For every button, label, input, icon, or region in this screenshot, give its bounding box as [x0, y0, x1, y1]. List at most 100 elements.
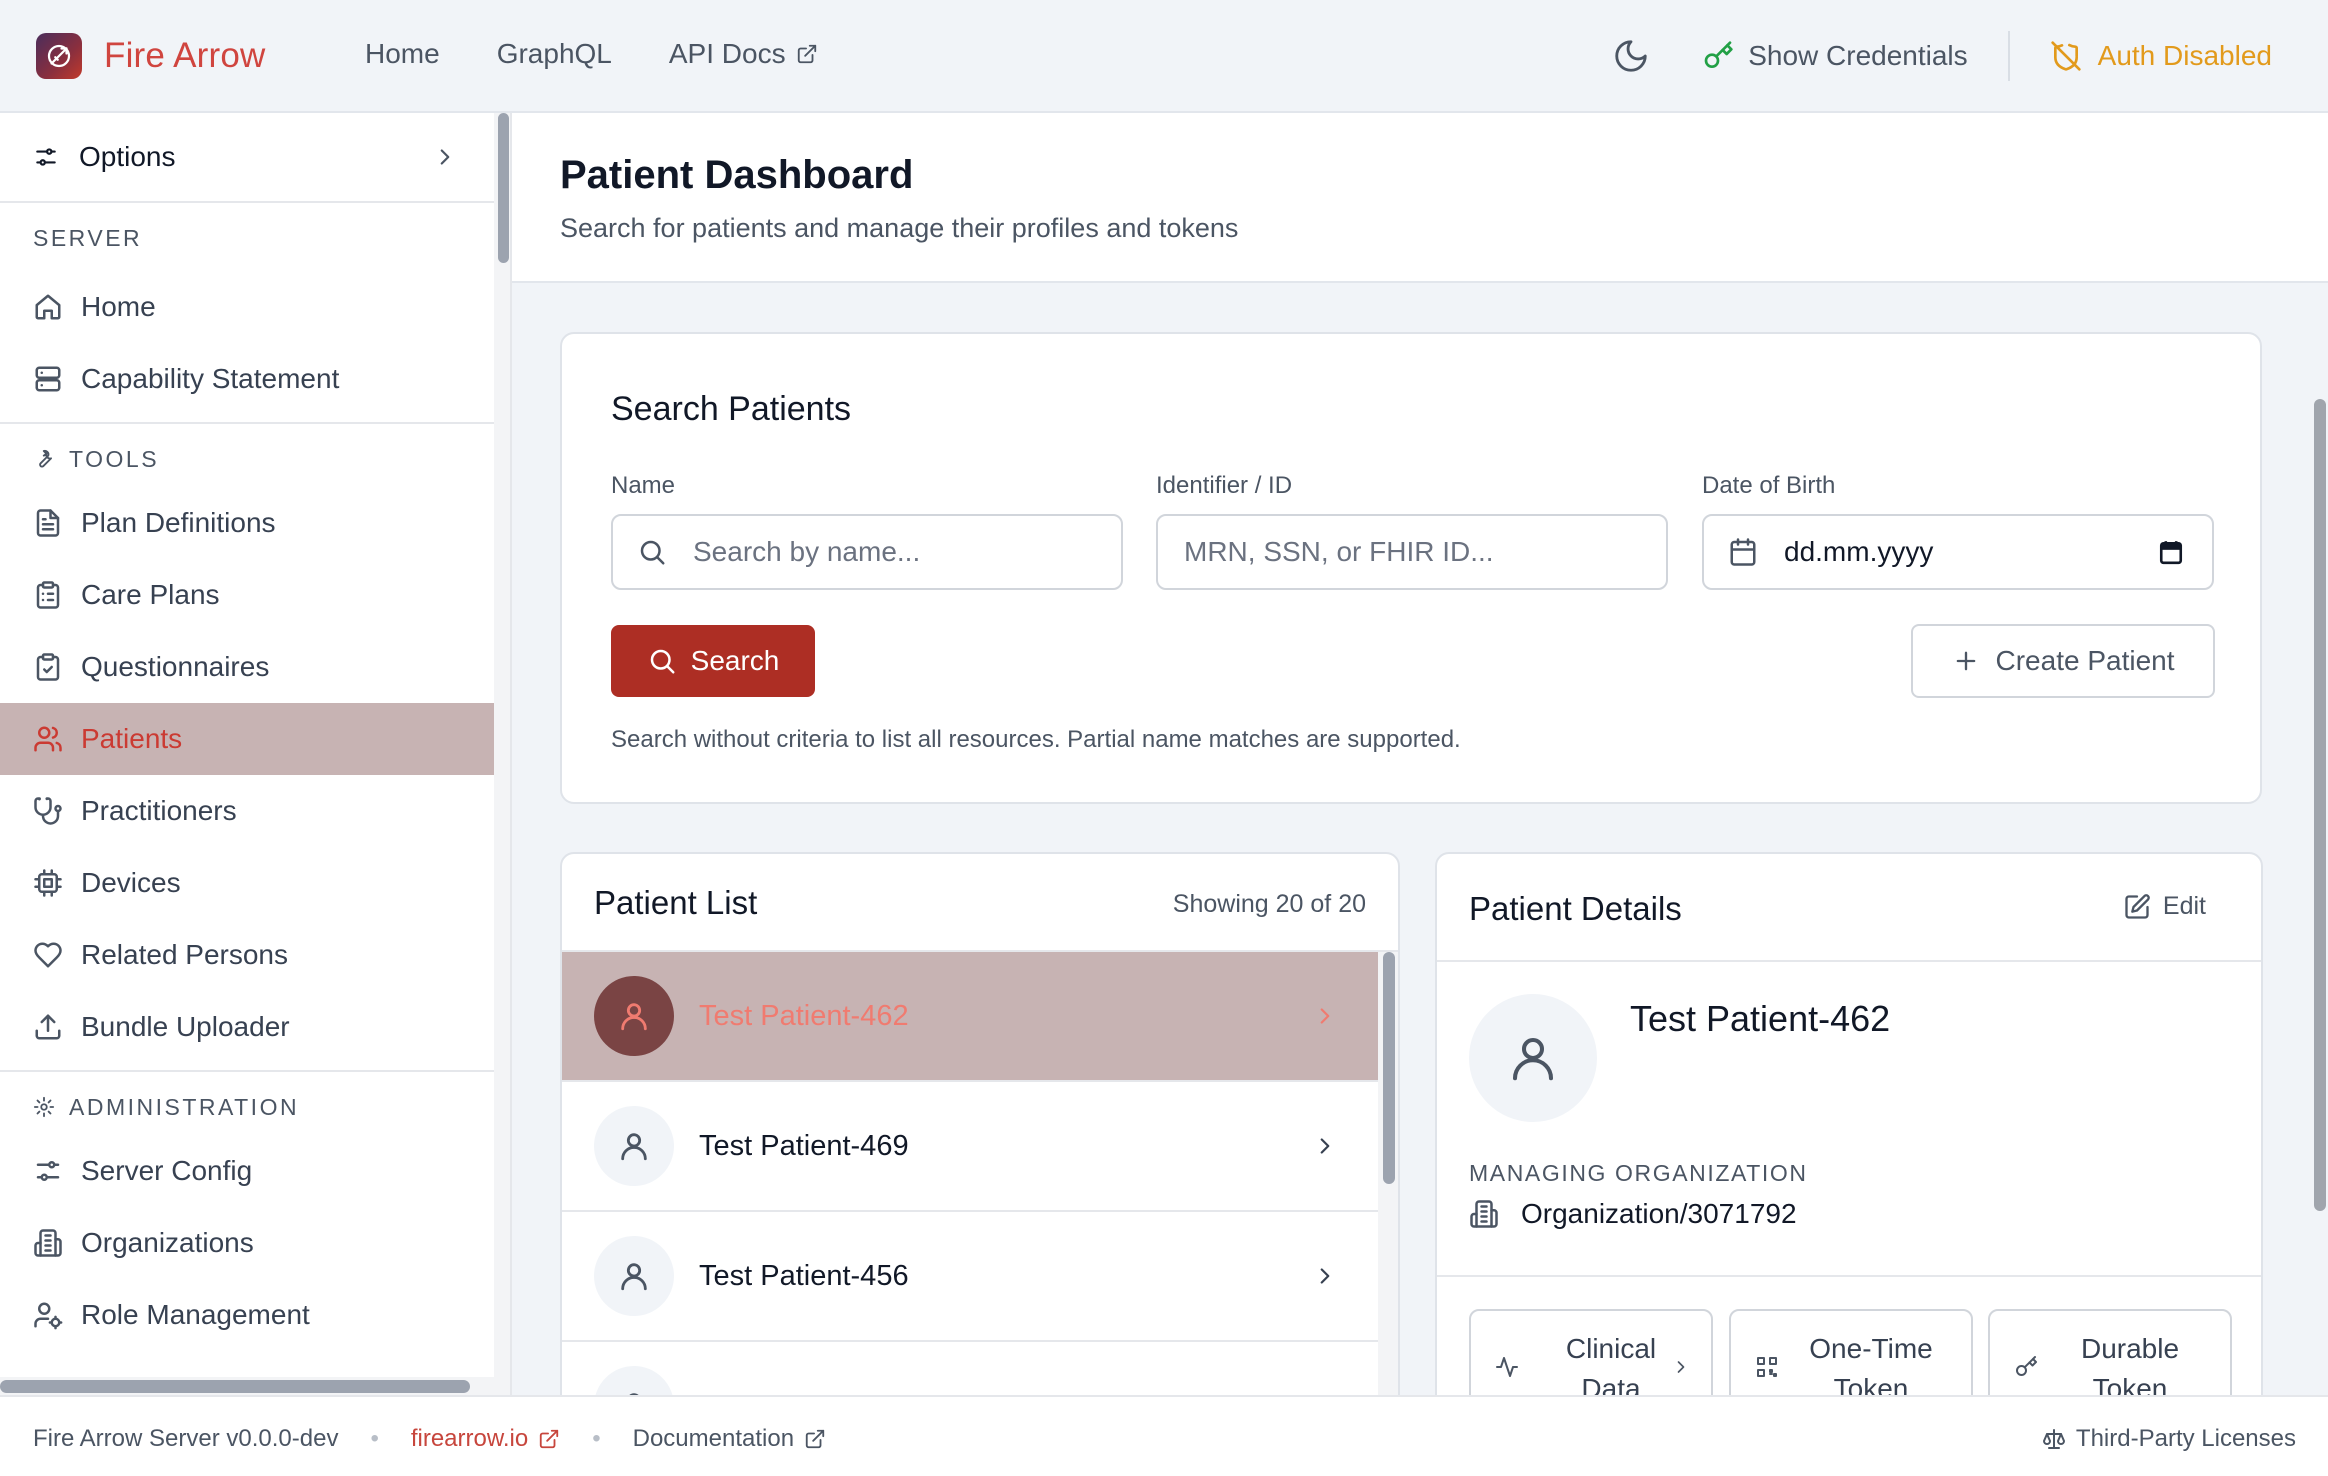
sidebar-section-administration-title: ADMINISTRATION [69, 1093, 300, 1120]
sidebar-item-label: Bundle Uploader [81, 1011, 290, 1042]
date-picker-calendar-icon[interactable] [2158, 539, 2184, 565]
create-patient-button[interactable]: Create Patient [1911, 624, 2215, 698]
edit-patient-button[interactable]: Edit [2123, 892, 2206, 921]
sidebar-item-practitioners[interactable]: Practitioners [0, 775, 494, 847]
sidebar-item-role-management[interactable]: Role Management [0, 1279, 494, 1351]
sidebar-horizontal-scrollbar[interactable] [0, 1377, 494, 1395]
sidebar-item-label: Plan Definitions [81, 507, 276, 538]
managing-organization-value[interactable]: Organization/3071792 [1469, 1198, 1797, 1230]
nav-graphql-link[interactable]: GraphQL [497, 38, 612, 70]
show-credentials-button[interactable]: Show Credentials [1702, 40, 1968, 72]
activity-icon [1495, 1355, 1519, 1379]
footer-licenses-link[interactable]: Third-Party Licenses [2042, 1425, 2296, 1453]
footer-version: Fire Arrow Server v0.0.0-dev [33, 1425, 339, 1452]
patient-list-title: Patient List [594, 884, 758, 921]
patient-list-scrollbar[interactable] [1378, 952, 1398, 1395]
footer-licenses-label: Third-Party Licenses [2075, 1425, 2296, 1452]
patient-list-item[interactable]: Test Patient-456 [562, 1212, 1378, 1342]
search-card-title: Search Patients [611, 390, 852, 428]
sidebar-item-devices[interactable]: Devices [0, 847, 494, 919]
sidebar-section-server-title: SERVER [33, 224, 143, 251]
durable-token-line1: Durable [2080, 1333, 2180, 1364]
sidebar-item-care-plans[interactable]: Care Plans [0, 559, 494, 631]
upload-icon [33, 1012, 63, 1042]
durable-token-button[interactable]: Durable Token [1988, 1309, 2232, 1395]
managing-organization-text: Organization/3071792 [1521, 1198, 1797, 1229]
home-icon [33, 292, 63, 322]
nav-home-link[interactable]: Home [365, 38, 440, 70]
search-button[interactable]: Search [611, 625, 815, 697]
sidebar-item-plan-definitions[interactable]: Plan Definitions [0, 487, 494, 559]
patient-list-scroll-thumb[interactable] [1383, 952, 1395, 1184]
wrench-icon [33, 448, 55, 470]
user-cog-icon [33, 1300, 63, 1330]
clipboard-list-icon [33, 580, 63, 610]
patient-detail-name: Test Patient-462 [1630, 998, 1891, 1039]
stethoscope-icon [33, 796, 63, 826]
options-toggle[interactable]: Options [0, 113, 494, 203]
brand-name: Fire Arrow [104, 36, 266, 75]
sidebar-item-capability-statement[interactable]: Capability Statement [0, 343, 494, 415]
date-of-birth-input[interactable]: dd.mm.yyyy [1702, 514, 2214, 590]
sidebar-item-questionnaires[interactable]: Questionnaires [0, 631, 494, 703]
main-vertical-scrollbar[interactable] [2310, 285, 2328, 1395]
one-time-token-line1: One-Time [1809, 1333, 1933, 1364]
key-icon [2014, 1355, 2038, 1379]
patient-details-title: Patient Details [1469, 890, 1682, 927]
edit-pencil-icon [2123, 893, 2151, 921]
sidebar-item-bundle-uploader[interactable]: Bundle Uploader [0, 991, 494, 1063]
sidebar-item-label: Devices [81, 867, 181, 898]
footer-documentation-link[interactable]: Documentation [633, 1425, 826, 1453]
page-header: Patient Dashboard Search for patients an… [512, 113, 2328, 283]
durable-token-line2: Token [2092, 1373, 2168, 1395]
identifier-input[interactable]: MRN, SSN, or FHIR ID... [1156, 514, 1668, 590]
patient-list-item[interactable]: Test Patient-469 [562, 1082, 1378, 1212]
building-icon [33, 1228, 63, 1258]
one-time-token-button[interactable]: One-Time Token [1729, 1309, 1973, 1395]
clinical-data-line2: Data [1581, 1373, 1641, 1395]
search-icon [637, 537, 667, 567]
clinical-data-button[interactable]: Clinical Data [1469, 1309, 1713, 1395]
external-link-icon [796, 43, 818, 65]
sidebar-item-home[interactable]: Home [0, 271, 494, 343]
sidebar-hscroll-thumb[interactable] [0, 1380, 470, 1393]
nav-api-docs-label: API Docs [668, 38, 786, 69]
sidebar-item-related-persons[interactable]: Related Persons [0, 919, 494, 991]
search-hint-text: Search without criteria to list all reso… [611, 726, 1461, 753]
name-search-input[interactable]: Search by name... [611, 514, 1123, 590]
sidebar-item-label: Role Management [81, 1299, 310, 1330]
footer-left: Fire Arrow Server v0.0.0-dev • firearrow… [33, 1425, 826, 1453]
dark-mode-toggle-moon-icon[interactable] [1612, 37, 1650, 75]
patient-list-item-selected[interactable]: Test Patient-462 [562, 952, 1378, 1082]
sidebar-vertical-scrollbar[interactable] [494, 113, 510, 1395]
footer-documentation-label: Documentation [632, 1425, 795, 1452]
details-divider [1437, 1275, 2261, 1277]
sidebar-item-label: Practitioners [81, 795, 237, 826]
patient-avatar-user-icon [594, 976, 674, 1056]
patient-name: Test Patient-456 [699, 1259, 909, 1292]
nav-api-docs-link[interactable]: API Docs [669, 38, 818, 70]
footer-site-link[interactable]: firearrow.io [411, 1425, 560, 1453]
sidebar: Options SERVER Home Capability Statement… [0, 113, 512, 1395]
main-scroll-thumb[interactable] [2314, 399, 2326, 1211]
page-subtitle: Search for patients and manage their pro… [560, 213, 1239, 243]
sidebar-section-tools-title: TOOLS [69, 445, 160, 472]
sidebar-item-organizations[interactable]: Organizations [0, 1207, 494, 1279]
key-icon [1702, 40, 1734, 72]
search-patients-card: Search Patients Name Search by name... I… [560, 332, 2262, 804]
sidebar-item-label: Related Persons [81, 939, 289, 970]
sidebar-item-label: Home [81, 291, 156, 322]
sidebar-divider [0, 1070, 494, 1072]
fire-arrow-logo-icon [36, 33, 82, 79]
sidebar-item-patients[interactable]: Patients [0, 703, 494, 775]
sliders-icon [33, 144, 59, 170]
patient-detail-avatar-user-icon [1469, 994, 1597, 1122]
sidebar-scroll-thumb[interactable] [498, 113, 509, 263]
clinical-data-line1: Clinical [1565, 1333, 1657, 1364]
auth-status-badge[interactable]: Auth Disabled [2050, 40, 2272, 72]
patient-name: Test Patient-469 [699, 1129, 909, 1162]
brand[interactable]: Fire Arrow [36, 33, 265, 79]
top-actions: Show Credentials Auth Disabled [1612, 30, 2272, 82]
sidebar-item-server-config[interactable]: Server Config [0, 1135, 494, 1207]
patient-list-item[interactable] [562, 1342, 1378, 1395]
